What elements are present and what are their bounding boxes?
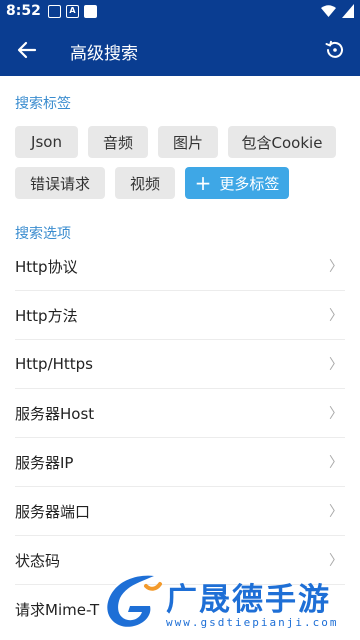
wifi-icon <box>321 4 336 17</box>
watermark-name: 广晟德手游 <box>166 582 331 618</box>
notification-icons: A <box>48 5 97 18</box>
option-label: 服务器Host <box>15 404 95 423</box>
option-label: 请求Mime-T <box>15 601 100 619</box>
a-icon: A <box>66 5 79 18</box>
watermark-url: www.gsdtiepianji.com <box>166 616 339 629</box>
chevron-right-icon: 〉 <box>329 259 343 275</box>
option-http-https[interactable]: Http/Https 〉 <box>15 340 345 389</box>
chevron-right-icon: 〉 <box>329 308 343 324</box>
option-server-port[interactable]: 服务器端口 〉 <box>15 487 345 536</box>
page-title: 高级搜索 <box>70 44 138 64</box>
options-section-title: 搜索选项 <box>15 226 71 242</box>
more-tags-label: 更多标签 <box>219 174 280 193</box>
app-bar: 高级搜索 <box>0 24 360 76</box>
status-time: 8:52 <box>6 3 41 19</box>
tags-section-title: 搜索标签 <box>15 96 71 112</box>
option-http-protocol[interactable]: Http协议 〉 <box>15 242 345 291</box>
option-label: Http协议 <box>15 257 78 276</box>
square-filled-icon <box>84 5 97 18</box>
more-tags-button[interactable]: + 更多标签 <box>185 167 289 199</box>
tag-chip-json[interactable]: Json <box>15 126 78 158</box>
watermark-logo-icon <box>106 575 162 628</box>
tag-chip-error-request[interactable]: 错误请求 <box>15 167 105 199</box>
chevron-right-icon: 〉 <box>329 357 343 373</box>
option-label: 状态码 <box>15 551 61 570</box>
history-icon <box>325 40 343 58</box>
tag-chip-audio[interactable]: 音频 <box>88 126 148 158</box>
history-button[interactable] <box>322 37 348 63</box>
status-bar: 8:52 A <box>0 0 360 24</box>
arrow-left-icon <box>17 41 37 59</box>
option-server-host[interactable]: 服务器Host 〉 <box>15 389 345 438</box>
back-button[interactable] <box>14 37 40 63</box>
watermark: 广晟德手游 www.gsdtiepianji.com <box>100 566 360 640</box>
option-label: 服务器端口 <box>15 502 91 521</box>
option-http-method[interactable]: Http方法 〉 <box>15 291 345 340</box>
option-label: Http方法 <box>15 306 78 325</box>
chevron-right-icon: 〉 <box>329 504 343 520</box>
plus-icon: + <box>194 171 212 195</box>
chevron-right-icon: 〉 <box>329 406 343 422</box>
system-icons <box>321 4 354 18</box>
option-server-ip[interactable]: 服务器IP 〉 <box>15 438 345 487</box>
option-label: Http/Https <box>15 355 93 373</box>
signal-icon <box>342 4 354 18</box>
tag-chip-video[interactable]: 视频 <box>115 167 175 199</box>
tag-chip-image[interactable]: 图片 <box>158 126 218 158</box>
tag-chip-cookie[interactable]: 包含Cookie <box>228 126 336 158</box>
option-label: 服务器IP <box>15 453 74 472</box>
square-icon <box>48 5 61 18</box>
chevron-right-icon: 〉 <box>329 455 343 471</box>
